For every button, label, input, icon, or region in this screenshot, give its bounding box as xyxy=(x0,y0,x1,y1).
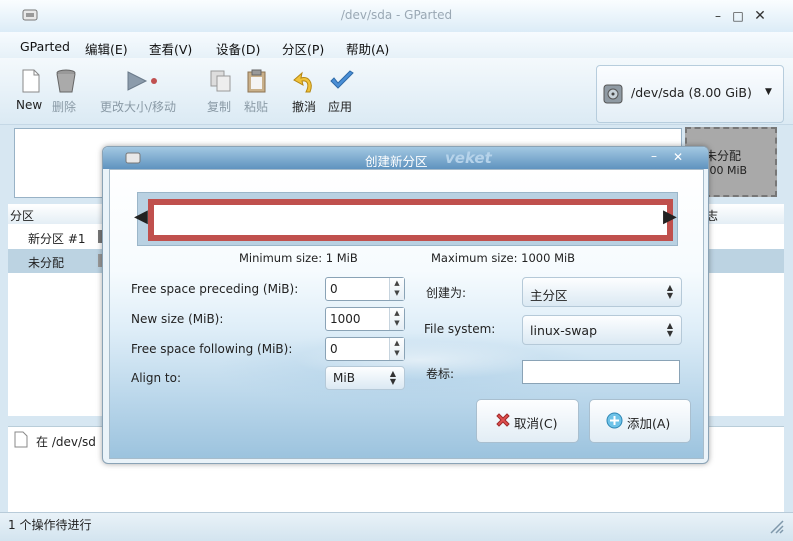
align-to-label: Align to: xyxy=(131,371,182,385)
cancel-button[interactable]: 取消(C) xyxy=(476,399,579,443)
min-size-text: Minimum size: 1 MiB xyxy=(239,251,358,265)
delete-label: 删除 xyxy=(52,100,77,114)
dropdown-arrow-icon: ▼ xyxy=(765,87,772,97)
cancel-button-label: 取消(C) xyxy=(514,416,558,431)
menu-gparted[interactable]: GParted xyxy=(20,39,70,54)
window-title: /dev/sda - GParted xyxy=(340,8,453,22)
watermark-text: veket xyxy=(445,149,492,167)
resize-grip-icon[interactable] xyxy=(768,518,784,534)
apply-button[interactable]: 应用 xyxy=(326,58,360,122)
close-icon[interactable]: ✕ xyxy=(753,9,767,23)
spin-arrows-icon[interactable]: ▲ ▼ xyxy=(389,308,404,330)
menu-edit[interactable]: 编辑(E) xyxy=(85,39,128,58)
copy-label: 复制 xyxy=(207,100,232,114)
dialog-title: 创建新分区 xyxy=(365,154,428,169)
copy-icon xyxy=(210,70,231,92)
status-text: 1 个操作待进行 xyxy=(8,518,92,532)
status-bar: 1 个操作待进行 xyxy=(0,512,793,541)
menu-help[interactable]: 帮助(A) xyxy=(346,39,389,58)
create-as-value: 主分区 xyxy=(530,288,568,303)
partition-size-bar[interactable] xyxy=(148,199,673,241)
filesystem-label: File system: xyxy=(424,322,496,336)
dialog-body: ◀ ▶ Minimum size: 1 MiB Maximum size: 10… xyxy=(109,169,704,459)
undo-button[interactable]: 撤消 xyxy=(289,58,323,122)
add-button-label: 添加(A) xyxy=(627,416,671,431)
combo-arrows-icon: ▲ ▼ xyxy=(666,321,673,338)
trash-icon xyxy=(56,69,76,93)
create-as-label: 创建为: xyxy=(426,286,467,300)
spin-arrows-icon[interactable]: ▲ ▼ xyxy=(389,278,404,300)
device-selector[interactable]: /dev/sda (8.00 GiB) ▼ xyxy=(596,65,784,123)
paste-label: 粘贴 xyxy=(244,100,269,114)
cancel-x-icon xyxy=(496,413,510,427)
free-preceding-value: 0 xyxy=(330,282,338,296)
apply-label: 应用 xyxy=(328,100,353,114)
partition-name: 未分配 xyxy=(28,256,65,270)
max-size-text: Maximum size: 1000 MiB xyxy=(431,251,576,265)
dialog-app-icon xyxy=(125,152,141,164)
title-bar: /dev/sda - GParted – □ ✕ xyxy=(0,0,793,33)
device-selected-value: /dev/sda (8.00 GiB) xyxy=(631,85,752,100)
menu-bar: GParted 编辑(E) 查看(V) 设备(D) 分区(P) 帮助(A) xyxy=(0,32,793,58)
operation-document-icon xyxy=(14,431,28,448)
dialog-minimize-icon[interactable]: – xyxy=(651,149,657,163)
free-preceding-input[interactable]: 0 ▲ ▼ xyxy=(325,277,405,301)
resize-label: 更改大小/移动 xyxy=(100,100,177,114)
partition-resizer[interactable]: ◀ ▶ xyxy=(134,192,678,246)
menu-view[interactable]: 查看(V) xyxy=(149,39,192,58)
free-following-label: Free space following (MiB): xyxy=(131,342,293,356)
align-to-select[interactable]: MiB ▲ ▼ xyxy=(325,366,405,390)
new-size-input[interactable]: 1000 ▲ ▼ xyxy=(325,307,405,331)
volume-label-input[interactable] xyxy=(522,360,680,384)
add-plus-icon xyxy=(606,412,623,429)
maximize-icon[interactable]: □ xyxy=(731,10,745,22)
resize-arrow-icon xyxy=(127,71,157,91)
free-following-input[interactable]: 0 ▲ ▼ xyxy=(325,337,405,361)
spin-arrows-icon[interactable]: ▲ ▼ xyxy=(389,338,404,360)
operation-item[interactable]: 在 /dev/sd xyxy=(36,433,96,450)
right-handle-icon[interactable]: ▶ xyxy=(663,206,677,228)
partition-name: 新分区 #1 xyxy=(28,232,86,246)
dialog-close-icon[interactable]: ✕ xyxy=(673,150,683,164)
column-partition[interactable]: 分区 xyxy=(10,207,34,224)
left-handle-icon[interactable]: ◀ xyxy=(134,206,148,228)
new-size-label: New size (MiB): xyxy=(131,312,224,326)
menu-device[interactable]: 设备(D) xyxy=(216,39,260,58)
volume-label-label: 卷标: xyxy=(426,367,455,381)
free-following-value: 0 xyxy=(330,342,338,356)
graph-unallocated-label: 未分配 xyxy=(705,149,742,163)
create-partition-dialog: 创建新分区 veket – ✕ ◀ ▶ Minimum size: 1 MiB … xyxy=(102,146,709,464)
resize-move-button[interactable]: 更改大小/移动 xyxy=(98,58,190,122)
undo-label: 撤消 xyxy=(292,100,317,114)
checkmark-icon xyxy=(330,70,354,89)
undo-arrow-icon xyxy=(293,71,312,93)
new-label: New xyxy=(16,98,43,112)
paste-button[interactable]: 粘贴 xyxy=(242,58,274,122)
filesystem-select[interactable]: linux-swap ▲ ▼ xyxy=(522,315,682,345)
create-as-select[interactable]: 主分区 ▲ ▼ xyxy=(522,277,682,307)
new-button[interactable]: New xyxy=(12,58,48,122)
dialog-title-bar: 创建新分区 veket – ✕ xyxy=(103,147,708,169)
harddisk-icon xyxy=(603,84,623,104)
new-size-value: 1000 xyxy=(330,312,361,326)
filesystem-value: linux-swap xyxy=(530,323,598,338)
menu-partition[interactable]: 分区(P) xyxy=(282,39,324,58)
delete-button[interactable]: 删除 xyxy=(50,58,84,122)
combo-arrows-icon: ▲ ▼ xyxy=(389,369,396,386)
copy-button[interactable]: 复制 xyxy=(205,58,237,122)
combo-arrows-icon: ▲ ▼ xyxy=(666,283,673,300)
paste-icon xyxy=(247,69,266,93)
align-to-value: MiB xyxy=(333,371,355,385)
minimize-icon[interactable]: – xyxy=(711,10,725,22)
free-preceding-label: Free space preceding (MiB): xyxy=(131,282,299,296)
add-button[interactable]: 添加(A) xyxy=(589,399,691,443)
new-file-icon xyxy=(22,69,40,93)
